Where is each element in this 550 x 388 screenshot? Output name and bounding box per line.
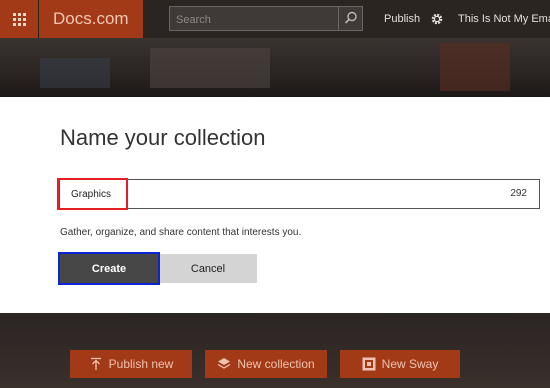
new-collection-button[interactable]: New collection: [205, 350, 327, 378]
collection-name-field: 292: [59, 179, 540, 209]
sway-icon: [362, 357, 376, 371]
search-input[interactable]: [170, 7, 346, 32]
app-launcher-icon[interactable]: [0, 0, 38, 38]
top-bar: Docs.com Publish This Is Not My Email: [0, 0, 550, 38]
publish-new-label: Publish new: [108, 357, 174, 371]
search-button[interactable]: [338, 7, 362, 30]
dialog-title: Name your collection: [60, 125, 266, 150]
upload-icon: [90, 357, 101, 370]
cancel-button[interactable]: Cancel: [159, 254, 257, 283]
layers-icon: [217, 358, 231, 369]
user-account-label[interactable]: This Is Not My Email: [458, 0, 550, 38]
search-icon: [344, 11, 357, 24]
new-sway-button[interactable]: New Sway: [340, 350, 460, 378]
search-box: [169, 6, 363, 32]
remaining-char-count: 292: [510, 188, 527, 199]
gear-icon[interactable]: [430, 12, 444, 26]
name-collection-dialog: Name your collection 292 Gather, organiz…: [0, 97, 550, 313]
hero-background: [0, 38, 550, 98]
new-collection-label: New collection: [237, 357, 315, 371]
helper-text: Gather, organize, and share content that…: [60, 227, 302, 238]
brand-logo[interactable]: Docs.com: [39, 0, 143, 38]
publish-new-button[interactable]: Publish new: [70, 350, 192, 378]
collection-name-input[interactable]: [60, 180, 480, 208]
new-sway-label: New Sway: [381, 357, 439, 371]
publish-link[interactable]: Publish: [384, 0, 420, 38]
create-button[interactable]: Create: [60, 254, 158, 283]
